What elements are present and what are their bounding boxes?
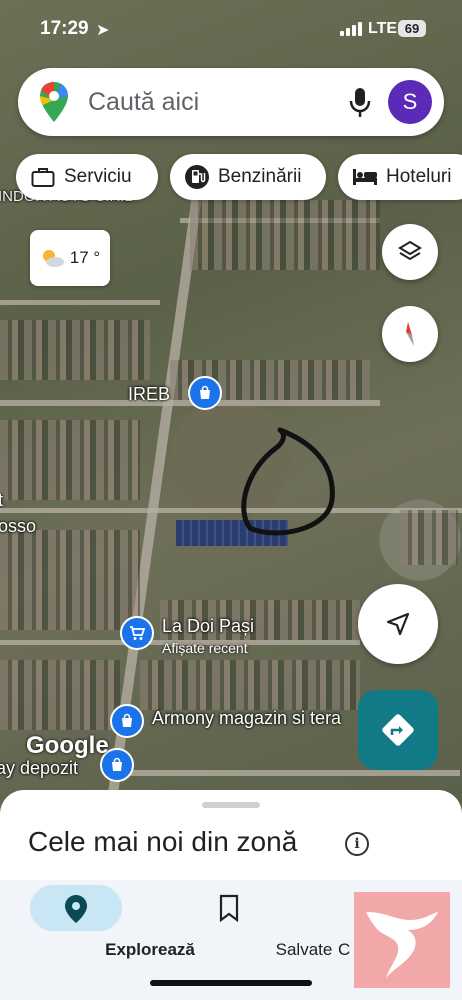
partly-cloudy-icon xyxy=(42,250,64,267)
bookmark-icon xyxy=(219,894,239,922)
sheet-title: Cele mai noi din zonă xyxy=(28,826,298,857)
chip-hoteluri[interactable]: Hoteluri xyxy=(338,154,462,200)
chip-label: Benzinării xyxy=(218,166,302,187)
compass-button[interactable] xyxy=(382,306,438,362)
battery-icon: 69 xyxy=(398,20,426,37)
network-type: LTE xyxy=(368,20,398,37)
map-label-la-doi-pasi-sub: Afișate recent xyxy=(162,640,248,656)
buildings xyxy=(140,660,360,710)
hand-drawn-circle xyxy=(241,427,335,536)
chip-benzinarii[interactable]: Benzinării xyxy=(170,154,326,200)
map-label-left-osso: osso xyxy=(0,516,37,536)
search-input[interactable]: Caută aici xyxy=(88,88,199,117)
navigation-arrow-icon xyxy=(386,612,410,636)
home-indicator xyxy=(150,980,312,986)
buildings xyxy=(400,510,458,565)
chip-label: Hoteluri xyxy=(386,166,452,187)
directions-icon xyxy=(382,714,414,746)
status-bar: 17:29 ➤ LTE 69 xyxy=(0,0,462,60)
signal-icon xyxy=(340,22,362,36)
explore-pin-icon xyxy=(65,895,87,923)
buildings xyxy=(0,420,140,500)
buildings xyxy=(0,320,150,380)
buildings xyxy=(0,530,140,630)
google-logo: Google xyxy=(26,732,109,759)
map-label-armony[interactable]: Armony magazin si tera xyxy=(152,708,341,729)
store-marker-ireb[interactable] xyxy=(188,376,222,410)
map-label-left-t: t xyxy=(0,490,4,510)
info-icon[interactable]: i xyxy=(345,832,369,856)
location-arrow-icon: ➤ xyxy=(96,22,110,39)
watermark-logo xyxy=(354,892,450,988)
buildings xyxy=(0,660,120,730)
map-road xyxy=(110,770,460,776)
layers-button[interactable] xyxy=(382,224,438,280)
chip-label: Serviciu xyxy=(64,166,132,187)
buildings xyxy=(190,200,380,270)
nav-label: Explorează xyxy=(105,940,195,959)
maps-pin-icon xyxy=(40,82,68,122)
weather-widget[interactable]: 17 ° xyxy=(30,230,110,286)
account-avatar[interactable]: S xyxy=(388,80,432,124)
map-road xyxy=(0,508,462,513)
store-marker-la-doi-pasi[interactable] xyxy=(120,616,154,650)
compass-icon xyxy=(406,322,414,346)
store-marker-armony[interactable] xyxy=(110,704,144,738)
microphone-icon[interactable] xyxy=(348,86,372,120)
weather-temperature: 17 ° xyxy=(69,248,101,267)
sheet-drag-handle[interactable] xyxy=(202,802,260,808)
layers-icon xyxy=(398,240,422,261)
my-location-button[interactable] xyxy=(358,584,438,664)
map-label-ay-depozit[interactable]: ay depozit xyxy=(0,758,78,779)
shopping-bag-icon xyxy=(112,757,122,771)
status-time: 17:29 xyxy=(40,18,89,39)
bottom-sheet[interactable]: Cele mai noi din zonă i xyxy=(0,790,462,890)
map-label-la-doi-pasi[interactable]: La Doi Pași xyxy=(162,616,254,637)
briefcase-icon xyxy=(30,164,56,190)
fuel-icon xyxy=(184,164,210,190)
chip-serviciu[interactable]: Serviciu xyxy=(16,154,158,200)
bed-icon xyxy=(352,164,378,190)
search-bar[interactable]: Caută aici S xyxy=(18,68,444,136)
shopping-cart-icon xyxy=(130,626,146,640)
directions-button[interactable] xyxy=(358,690,438,770)
shopping-bag-icon xyxy=(122,713,132,727)
map-label-ireb[interactable]: IREB xyxy=(128,384,170,405)
shopping-bag-icon xyxy=(200,385,210,399)
map-road xyxy=(0,300,160,305)
